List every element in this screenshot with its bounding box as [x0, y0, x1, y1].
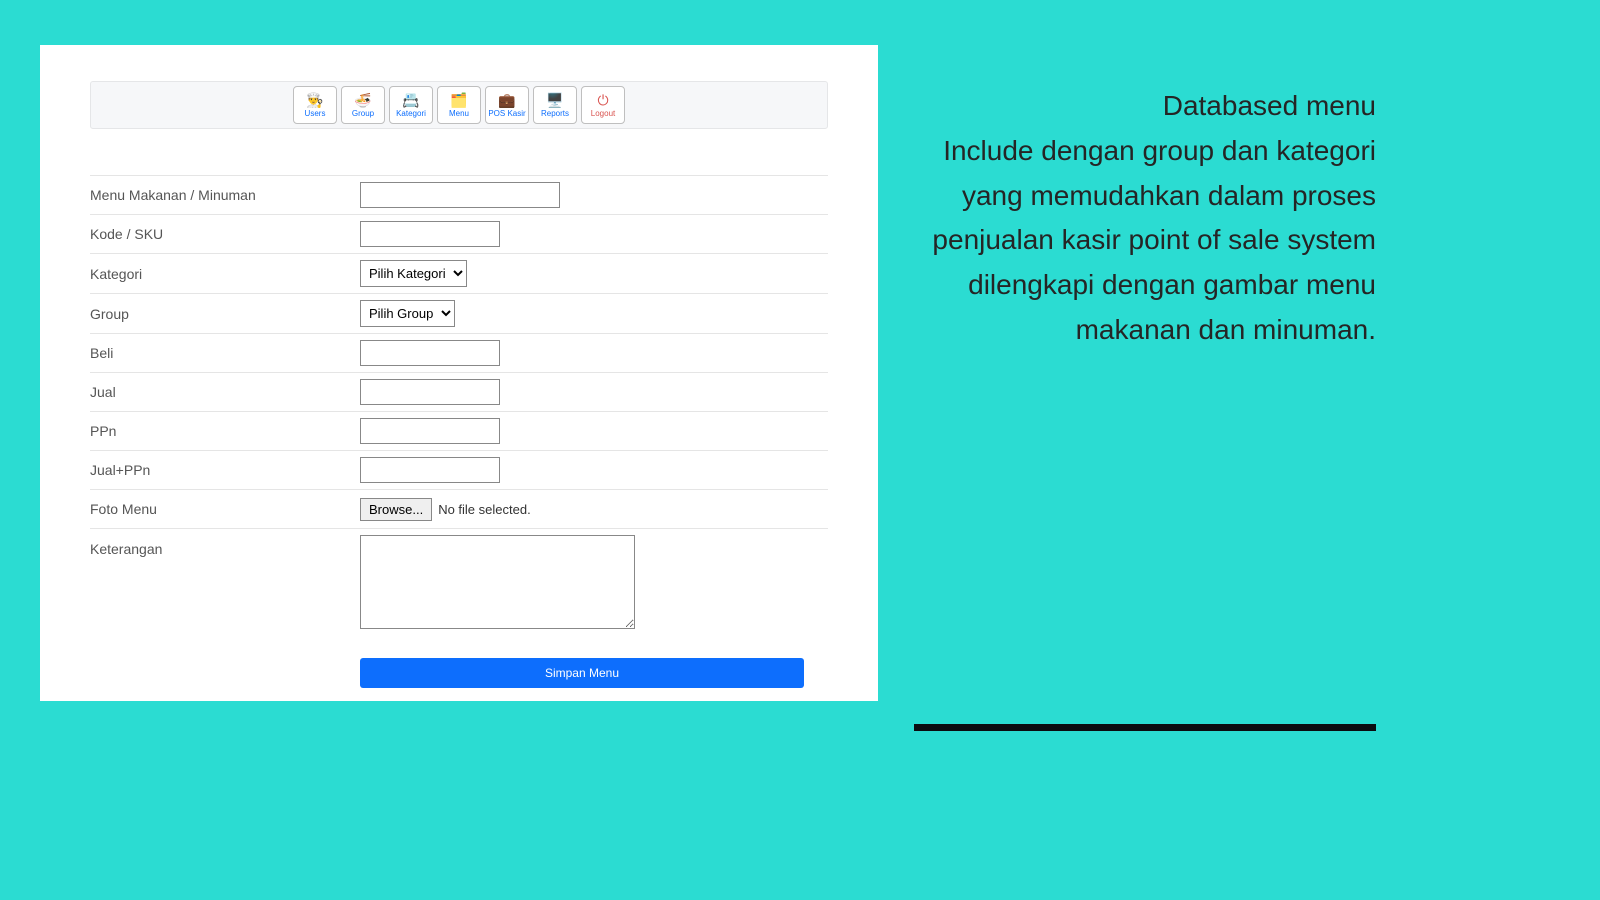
file-selected-text: No file selected. [438, 502, 531, 517]
input-menu-makanan[interactable] [360, 182, 560, 208]
input-beli[interactable] [360, 340, 500, 366]
nav-kategori-icon: 📇 [402, 93, 419, 107]
label-keterangan: Keterangan [90, 529, 360, 641]
label-foto-menu: Foto Menu [90, 490, 360, 529]
select-group[interactable]: Pilih Group [360, 300, 455, 327]
textarea-keterangan[interactable] [360, 535, 635, 629]
nav-menu[interactable]: 🗂️ Menu [437, 86, 481, 124]
browse-button[interactable]: Browse... [360, 498, 432, 521]
menu-form: Menu Makanan / Minuman Kode / SKU Katego… [90, 175, 828, 688]
select-kategori[interactable]: Pilih Kategori [360, 260, 467, 287]
nav-bar: 👨‍🍳 Users 🍜 Group 📇 Kategori 🗂️ Menu 💼 POS Kasir 🖥… [90, 81, 828, 129]
nav-kategori[interactable]: 📇 Kategori [389, 86, 433, 124]
nav-logout[interactable]: ⏻ Logout [581, 86, 625, 124]
submit-button[interactable]: Simpan Menu [360, 658, 804, 688]
nav-reports[interactable]: 🖥️ Reports [533, 86, 577, 124]
label-group: Group [90, 294, 360, 334]
nav-users[interactable]: 👨‍🍳 Users [293, 86, 337, 124]
label-kategori: Kategori [90, 254, 360, 294]
label-beli: Beli [90, 334, 360, 373]
input-jual[interactable] [360, 379, 500, 405]
nav-kategori-label: Kategori [396, 109, 426, 118]
nav-reports-icon: 🖥️ [546, 93, 563, 107]
form-panel: 👨‍🍳 Users 🍜 Group 📇 Kategori 🗂️ Menu 💼 POS Kasir 🖥… [40, 45, 878, 701]
input-kode-sku[interactable] [360, 221, 500, 247]
input-jual-ppn[interactable] [360, 457, 500, 483]
nav-group[interactable]: 🍜 Group [341, 86, 385, 124]
nav-group-icon: 🍜 [354, 93, 371, 107]
nav-menu-label: Menu [449, 109, 469, 118]
label-ppn: PPn [90, 412, 360, 451]
nav-logout-icon: ⏻ [597, 93, 608, 107]
nav-pos-kasir-icon: 💼 [498, 93, 515, 107]
label-jual: Jual [90, 373, 360, 412]
nav-reports-label: Reports [541, 109, 569, 118]
description-body: Include dengan group dan kategori yang m… [916, 129, 1376, 353]
label-menu-makanan: Menu Makanan / Minuman [90, 176, 360, 215]
label-jual-ppn: Jual+PPn [90, 451, 360, 490]
underline-bar [914, 724, 1376, 731]
nav-pos-kasir[interactable]: 💼 POS Kasir [485, 86, 529, 124]
nav-pos-kasir-label: POS Kasir [488, 109, 525, 118]
nav-logout-label: Logout [591, 109, 615, 118]
nav-users-label: Users [305, 109, 326, 118]
input-ppn[interactable] [360, 418, 500, 444]
description-text: Databased menu Include dengan group dan … [916, 84, 1376, 353]
label-kode-sku: Kode / SKU [90, 215, 360, 254]
nav-users-icon: 👨‍🍳 [306, 93, 323, 107]
description-title: Databased menu [916, 84, 1376, 129]
nav-menu-icon: 🗂️ [450, 93, 467, 107]
nav-group-label: Group [352, 109, 374, 118]
